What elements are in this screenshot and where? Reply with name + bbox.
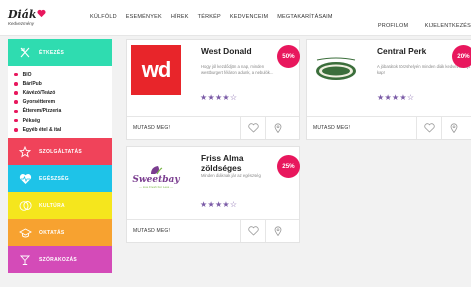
location-pin-icon[interactable] (441, 117, 466, 139)
logo-text: wd (141, 57, 172, 82)
show-more-link[interactable]: MUTASD MEG! (133, 228, 170, 234)
nav-esemenyek[interactable]: ESEMÉNYEK (126, 14, 162, 20)
star-rating: ★★★★☆ (377, 93, 415, 102)
nav-profilom[interactable]: PROFILOM (378, 23, 408, 29)
offer-card-central-perk[interactable]: Central Perk A jóbarátok törzshelyén min… (306, 39, 471, 140)
card-footer: MUTASD MEG! (127, 219, 299, 242)
discount-badge: 20% (452, 45, 471, 68)
subcategory-item[interactable]: Kávézó/Teázó (8, 88, 112, 97)
category-oktatas[interactable]: OKTATÁS (8, 219, 112, 247)
discount-badge: 50% (277, 45, 300, 68)
category-label: SZÓRAKOZÁS (39, 256, 77, 263)
user-menu: PROFILOM KIJELENTKEZÉS (366, 14, 471, 32)
nav-kedvenceim[interactable]: KEDVENCEIM (230, 14, 268, 20)
location-pin-icon[interactable] (265, 117, 290, 139)
category-label: SZOLGÁLTATÁS (39, 148, 83, 155)
category-sidebar: ÉTKEZÉS BIO Bár/Pub Kávézó/Teázó Gyorsét… (8, 39, 112, 274)
card-title[interactable]: West Donald (201, 46, 252, 57)
discount-badge: 25% (277, 155, 300, 178)
bullet-icon (14, 118, 18, 123)
card-description: Minden diáknak jár az egészség (201, 173, 261, 178)
heart-icon[interactable] (240, 220, 265, 242)
category-label: ÉTKEZÉS (39, 49, 65, 56)
nav-kulfold[interactable]: KÜLFÖLD (90, 14, 117, 20)
coffee-sign-icon (316, 57, 356, 80)
subcategory-label: Étterem/Pizzeria (22, 108, 62, 115)
logo-name: Diák (8, 8, 37, 21)
logo-subtext: — Live Fresh For Less — (138, 185, 174, 189)
subcategory-item[interactable]: Egyéb étel & ital (8, 125, 112, 134)
bullet-icon (14, 100, 18, 104)
subcategory-item[interactable]: BIO (8, 70, 112, 79)
heartbeat-icon (18, 172, 32, 186)
west-donald-logo: wd (131, 45, 181, 95)
sweetbay-logo: Sweetbay — Live Fresh For Less — (131, 152, 181, 202)
star-icon (18, 145, 32, 159)
subcategory-label: Pékség (22, 117, 41, 124)
star-rating: ★★★★☆ (200, 93, 238, 102)
leaf-icon (151, 166, 163, 175)
category-label: EGÉSZSÉG (39, 175, 69, 182)
subcategory-label: Egyéb étel & ital (22, 126, 62, 133)
bullet-icon (14, 72, 18, 77)
subcategory-label: Bár/Pub (22, 80, 42, 87)
utensils-icon (18, 46, 32, 60)
main-menu: KÜLFÖLD ESEMÉNYEK HÍREK TÉRKÉP KEDVENCEI… (90, 14, 342, 20)
category-label: KULTÚRA (39, 202, 65, 209)
nav-megtakaritasaim[interactable]: MEGTAKARÍTÁSAIM (277, 14, 332, 20)
heart-icon[interactable] (240, 117, 265, 139)
subcategory-item[interactable]: Pékség (8, 116, 112, 125)
bullet-icon (14, 109, 18, 114)
logo-text: Sweetbay (132, 175, 180, 185)
graduation-cap-icon (18, 226, 32, 240)
heart-icon[interactable] (416, 117, 441, 139)
subcategory-label: BIO (22, 71, 32, 78)
offer-card-friss-alma[interactable]: Sweetbay — Live Fresh For Less — Friss A… (126, 146, 300, 243)
subcategory-item[interactable]: Étterem/Pizzeria (8, 107, 112, 116)
category-egeszseg[interactable]: EGÉSZSÉG (8, 165, 112, 193)
card-footer: MUTASD MEG! (307, 116, 471, 139)
site-logo[interactable]: Diák Kedvezmény (8, 6, 48, 32)
location-pin-icon[interactable] (265, 220, 290, 242)
nav-terkep[interactable]: TÉRKÉP (198, 14, 221, 20)
bullet-icon (14, 91, 18, 95)
category-szolgaltatas[interactable]: SZOLGÁLTATÁS (8, 138, 112, 166)
bullet-icon (14, 81, 18, 86)
bullet-icon (14, 127, 18, 132)
offer-card-west-donald[interactable]: wd West Donald Hogy jól kezdődjön a nap,… (126, 39, 300, 140)
card-footer: MUTASD MEG! (127, 116, 299, 139)
subcategory-item[interactable]: Gyorsétterem (8, 98, 112, 107)
nav-hirek[interactable]: HÍREK (171, 14, 189, 20)
heart-icon (37, 9, 46, 18)
central-perk-logo (311, 45, 361, 95)
subcategory-label: Kávézó/Teázó (22, 89, 56, 96)
nav-kijelentkezes[interactable]: KIJELENTKEZÉS (425, 23, 471, 29)
top-navigation-bar: Diák Kedvezmény KÜLFÖLD ESEMÉNYEK HÍREK … (0, 0, 471, 36)
category-szorakozas[interactable]: SZÓRAKOZÁS (8, 246, 112, 274)
star-rating: ★★★★☆ (200, 200, 238, 209)
category-etkezes[interactable]: ÉTKEZÉS (8, 39, 112, 66)
category-label: OKTATÁS (39, 229, 65, 236)
card-description: Hogy jól kezdődjön a nap, minden westbur… (201, 64, 274, 75)
cocktail-icon (18, 253, 32, 267)
masks-icon (18, 199, 32, 213)
card-title[interactable]: Friss Alma zöldséges (201, 153, 281, 173)
show-more-link[interactable]: MUTASD MEG! (133, 125, 170, 131)
card-title[interactable]: Central Perk (377, 46, 426, 57)
category-kultura[interactable]: KULTÚRA (8, 192, 112, 220)
subcategory-label: Gyorsétterem (22, 99, 56, 106)
logo-tagline: Kedvezmény (8, 21, 35, 26)
subcategory-list: BIO Bár/Pub Kávézó/Teázó Gyorsétterem Ét… (8, 66, 112, 139)
subcategory-item[interactable]: Bár/Pub (8, 79, 112, 88)
show-more-link[interactable]: MUTASD MEG! (313, 125, 350, 131)
